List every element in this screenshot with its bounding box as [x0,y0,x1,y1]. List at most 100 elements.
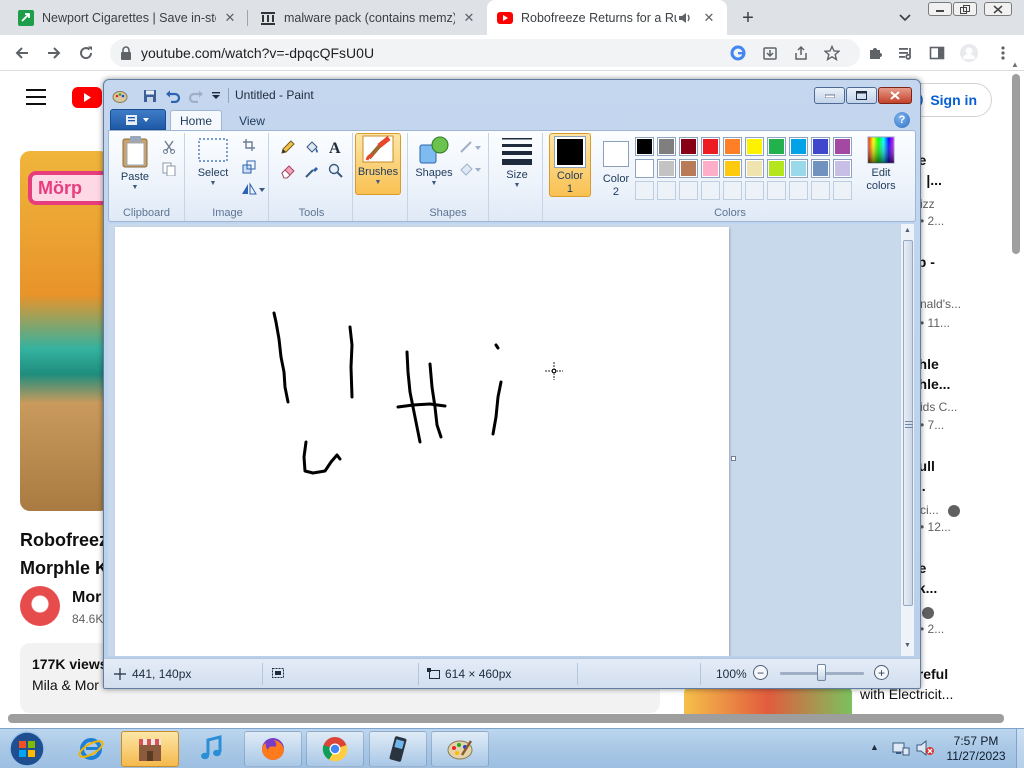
network-icon[interactable] [892,740,910,759]
palette-swatch[interactable] [745,159,764,178]
paint-file-menu-button[interactable] [110,109,166,130]
tab-search-chevron-icon[interactable] [895,8,915,28]
outline-icon[interactable] [458,137,484,157]
close-tab-icon[interactable]: ✕ [222,10,238,26]
custom-color-slot[interactable] [745,181,764,200]
drawing-canvas[interactable] [115,227,729,656]
palette-swatch[interactable] [701,159,720,178]
paint-taskbar-button[interactable] [431,731,489,767]
brushes-button[interactable]: Brushes ▼ [355,133,401,195]
color1-button[interactable]: Color 1 [549,133,591,197]
paint-window[interactable]: Untitled - Paint Home View ? Paste ▼ Cli… [103,79,921,689]
channel-name[interactable]: Mor [72,589,101,607]
palette-swatch[interactable] [701,137,720,156]
minimize-window-icon[interactable] [928,2,952,16]
fill-bucket-icon[interactable] [302,137,322,157]
paint-maximize-button[interactable] [846,87,877,104]
browser-tab-newport[interactable]: Newport Cigarettes | Save in-sto ✕ [8,0,248,35]
profile-avatar-icon[interactable] [958,42,980,64]
palette-swatch[interactable] [789,137,808,156]
tab-view[interactable]: View [226,110,278,131]
scroll-down-arrow-icon[interactable]: ▼ [904,642,911,649]
palette-swatch[interactable] [789,159,808,178]
pencil-icon[interactable] [278,137,298,157]
media-control-icon[interactable] [895,42,917,64]
palette-swatch[interactable] [833,137,852,156]
browser-tab-malware-pack[interactable]: malware pack (contains memz) : ✕ [250,0,487,35]
custom-color-slot[interactable] [679,181,698,200]
redo-icon[interactable] [188,88,204,104]
share-icon[interactable] [791,43,811,63]
custom-color-slot[interactable] [635,181,654,200]
channel-avatar[interactable] [20,586,60,626]
custom-color-slot[interactable] [767,181,786,200]
side-panel-icon[interactable] [926,42,948,64]
close-tab-icon[interactable]: ✕ [701,10,717,26]
lock-icon[interactable] [120,46,132,63]
paint-close-button[interactable] [878,87,912,104]
back-arrow-icon[interactable] [10,41,34,65]
rotate-icon[interactable] [239,179,267,199]
canvas-vertical-scrollbar[interactable]: ▲ ▼ [900,224,914,656]
palette-swatch[interactable] [767,159,786,178]
speaker-audio-icon[interactable] [677,10,693,26]
zoom-out-button[interactable]: − [753,665,768,680]
save-icon[interactable] [142,88,158,104]
firefox-taskbar-button[interactable] [244,731,302,767]
youtube-logo-icon[interactable] [72,87,102,108]
custom-color-slot[interactable] [833,181,852,200]
cut-scissors-icon[interactable] [159,137,179,157]
address-bar[interactable]: youtube.com/watch?v=-dpqcQFsU0U [110,39,860,67]
resize-icon[interactable] [239,157,259,177]
fill-icon[interactable] [458,159,484,179]
page-vertical-scrollbar[interactable] [1012,74,1020,254]
canvas-resize-handle[interactable] [731,456,736,461]
show-hidden-icons-chevron-icon[interactable]: ▲ [870,742,879,752]
palette-swatch[interactable] [679,137,698,156]
restore-window-icon[interactable] [953,2,977,16]
hamburger-menu-icon[interactable] [26,89,46,105]
paint-title-bar[interactable]: Untitled - Paint [104,80,920,110]
custom-color-slot[interactable] [701,181,720,200]
quick-access-dropdown-icon[interactable] [208,88,224,104]
palette-swatch[interactable] [679,159,698,178]
google-translate-icon[interactable] [728,43,748,63]
crop-icon[interactable] [239,135,259,155]
internet-explorer-taskbar-button[interactable] [62,731,120,767]
custom-color-slot[interactable] [811,181,830,200]
forward-arrow-icon[interactable] [42,41,66,65]
show-desktop-button[interactable] [1016,729,1024,768]
color-picker-icon[interactable] [302,161,322,181]
close-window-icon[interactable] [984,2,1012,16]
palette-swatch[interactable] [657,159,676,178]
paint-app-icon[interactable] [112,88,128,104]
new-tab-plus-icon[interactable]: + [736,6,760,30]
magnifier-icon[interactable] [326,161,346,181]
palette-swatch[interactable] [833,159,852,178]
copy-icon[interactable] [159,159,179,179]
zoom-in-button[interactable]: + [874,665,889,680]
reload-icon[interactable] [74,41,98,65]
palette-swatch[interactable] [811,137,830,156]
paste-button[interactable]: Paste ▼ [115,135,155,192]
custom-color-slot[interactable] [789,181,808,200]
video-player[interactable]: Mörp [20,151,110,511]
palette-swatch[interactable] [635,137,654,156]
bookmark-star-icon[interactable] [822,43,842,63]
palette-swatch[interactable] [723,159,742,178]
scrollbar-thumb[interactable] [903,240,913,606]
chrome-taskbar-button[interactable] [306,731,364,767]
select-button[interactable]: Select ▼ [193,135,233,188]
close-tab-icon[interactable]: ✕ [461,10,477,26]
size-button[interactable]: Size ▼ [495,135,539,190]
scroll-up-arrow-icon[interactable]: ▲ [904,227,911,234]
page-scroll-up-icon[interactable]: ▲ [1011,61,1021,69]
tab-home[interactable]: Home [170,110,222,131]
edit-colors-button[interactable]: Edit colors [858,135,904,193]
shapes-button[interactable]: Shapes ▼ [414,135,454,188]
help-question-icon[interactable]: ? [894,112,910,128]
start-button[interactable] [4,730,50,768]
palette-swatch[interactable] [723,137,742,156]
itunes-taskbar-button[interactable] [183,731,241,767]
browser-tab-youtube[interactable]: Robofreeze Returns for a Ru ✕ [487,0,727,35]
